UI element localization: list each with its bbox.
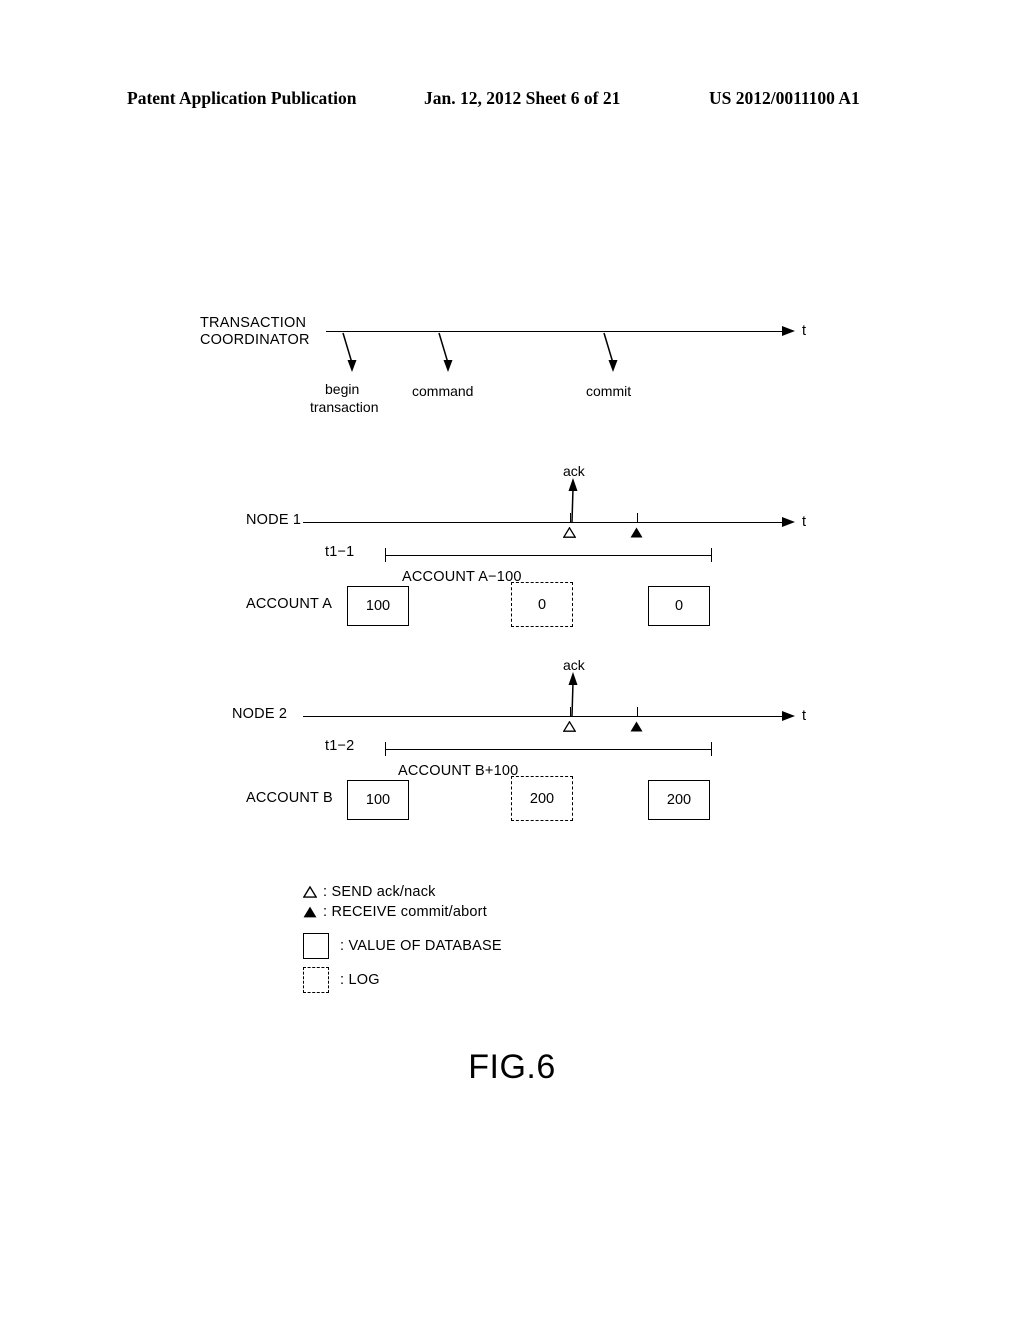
legend-filled-triangle-icon: [303, 906, 317, 918]
coordinator-label-line2: COORDINATOR: [200, 332, 310, 348]
node-1-account-label: ACCOUNT A: [246, 596, 333, 612]
node-1-log-box: 0: [511, 582, 573, 627]
node-2-axis-label: t: [802, 708, 807, 724]
node-2-send-open-triangle-icon: [563, 721, 576, 732]
node-2-label: NODE 2: [232, 706, 288, 722]
node-2-send-tick: [570, 707, 571, 717]
coordinator-event-1-label-line2: transaction: [310, 399, 379, 415]
node-1-ack-arrow: [568, 478, 578, 523]
node-2-database-box-final-value: 200: [666, 792, 692, 808]
coordinator-axis-arrowhead: [782, 326, 795, 336]
coordinator-event-2-label-line1: command: [412, 383, 474, 399]
node-2-receive-tick: [637, 707, 638, 717]
patent-figure: TRANSACTION COORDINATOR t begin transact…: [0, 0, 1024, 1320]
node-2-timeline-axis: [303, 716, 784, 717]
node-2-operation-label: ACCOUNT B+100: [398, 763, 519, 779]
coordinator-label-line1: TRANSACTION: [200, 315, 307, 331]
node-1-span-label: t1−1: [325, 544, 355, 560]
node-1-database-box-final: 0: [648, 586, 710, 626]
legend-open-triangle-icon: [303, 886, 317, 898]
node-2-database-box-initial-value: 100: [365, 792, 391, 808]
node-1-operation-label: ACCOUNT A−100: [402, 569, 522, 585]
legend-database-square-icon: [303, 933, 329, 959]
coordinator-axis-label: t: [802, 323, 807, 339]
node-1-span-bracket: [385, 548, 712, 562]
figure-title: FIG.6: [468, 1048, 556, 1086]
legend-log-square-icon: [303, 967, 329, 993]
legend-log-text: : LOG: [340, 972, 380, 988]
node-1-receive-filled-triangle-icon: [630, 527, 643, 538]
node-2-axis-arrowhead: [782, 711, 795, 721]
node-1-label: NODE 1: [246, 512, 302, 528]
coordinator-event-arrow-3: [603, 332, 618, 372]
node-2-receive-filled-triangle-icon: [630, 721, 643, 732]
node-1-receive-tick: [637, 513, 638, 523]
legend-database-text: : VALUE OF DATABASE: [340, 938, 502, 954]
coordinator-event-1-label-line1: begin: [325, 381, 360, 397]
node-2-ack-arrow: [568, 672, 578, 717]
legend-send-text: : SEND ack/nack: [323, 884, 436, 900]
node-2-span-label: t1−2: [325, 738, 355, 754]
node-1-send-open-triangle-icon: [563, 527, 576, 538]
node-1-database-box-final-value: 0: [674, 598, 684, 614]
node-1-log-box-value: 0: [537, 596, 547, 613]
node-1-axis-arrowhead: [782, 517, 795, 527]
node-1-timeline-axis: [303, 522, 784, 523]
coordinator-event-arrow-2: [438, 332, 453, 372]
node-2-log-box: 200: [511, 776, 573, 821]
node-2-database-box-initial: 100: [347, 780, 409, 820]
legend-receive-text: : RECEIVE commit/abort: [323, 904, 487, 920]
node-1-database-box-initial-value: 100: [365, 598, 391, 614]
node-1-send-tick: [570, 513, 571, 523]
coordinator-event-arrow-1: [342, 332, 357, 372]
node-1-database-box-initial: 100: [347, 586, 409, 626]
node-1-axis-label: t: [802, 514, 807, 530]
node-2-database-box-final: 200: [648, 780, 710, 820]
coordinator-timeline-axis: [326, 331, 784, 332]
node-2-log-box-value: 200: [529, 790, 555, 807]
node-2-account-label: ACCOUNT B: [246, 790, 333, 806]
coordinator-event-3-label-line1: commit: [586, 383, 632, 399]
node-2-span-bracket: [385, 742, 712, 756]
